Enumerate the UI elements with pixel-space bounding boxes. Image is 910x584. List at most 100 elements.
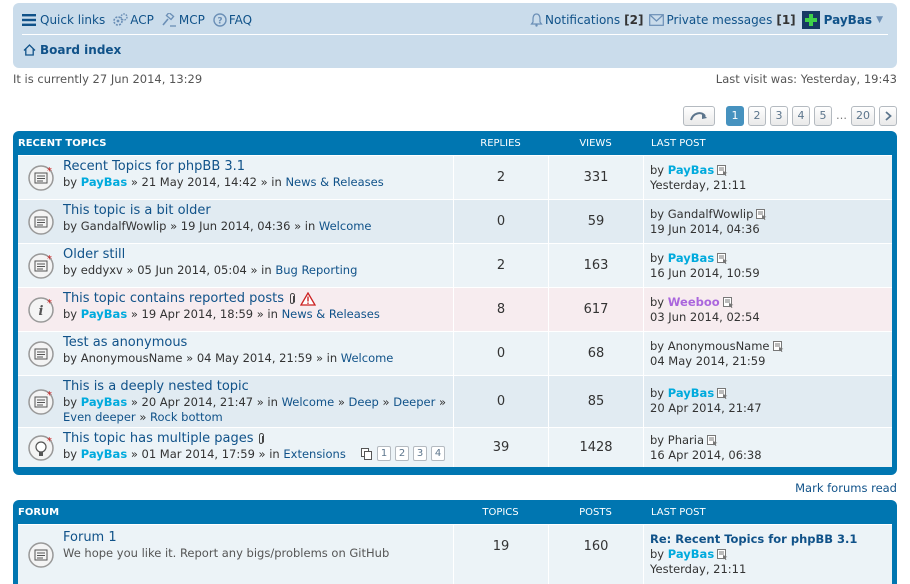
topic-title-link[interactable]: Older still <box>63 247 453 263</box>
mcp-link[interactable]: MCP <box>162 13 205 27</box>
topic-author-link[interactable]: PayBas <box>81 395 127 409</box>
topic-row: * Older still by eddyxv » 05 Jun 2014, 0… <box>18 243 892 287</box>
topic-page-3[interactable]: 3 <box>413 446 427 461</box>
topic-cell: i * This topic contains reported posts by… <box>18 288 453 331</box>
current-time: It is currently 27 Jun 2014, 13:29 <box>13 72 203 86</box>
view-latest-post-icon[interactable] <box>717 549 728 560</box>
view-latest-post-icon[interactable] <box>717 388 728 399</box>
last-poster-link[interactable]: PayBas <box>668 251 714 265</box>
topic-row: Test as anonymous by AnonymousName » 04 … <box>18 331 892 375</box>
topic-forum-link[interactable]: Welcome <box>341 351 394 365</box>
replies-count: 0 <box>453 200 548 243</box>
topic-forum-link[interactable]: News & Releases <box>282 307 380 321</box>
topic-page-2[interactable]: 2 <box>395 446 409 461</box>
avatar <box>801 11 820 29</box>
topic-forum-link[interactable]: News & Releases <box>285 175 383 189</box>
user-menu[interactable]: PayBas ▼ <box>801 11 883 29</box>
topic-forum-link[interactable]: Deeper <box>393 395 435 409</box>
topic-forum-link[interactable]: Extensions <box>283 447 345 461</box>
faq-link[interactable]: ? FAQ <box>213 13 252 27</box>
view-latest-post-icon[interactable] <box>722 297 734 308</box>
notifications-link[interactable]: Notifications [2] <box>530 13 643 27</box>
topic-forum-link[interactable]: Rock bottom <box>150 410 223 424</box>
topic-author-link[interactable]: eddyxv <box>81 263 123 277</box>
last-poster-link[interactable]: Pharia <box>668 433 704 447</box>
view-latest-post-icon[interactable] <box>756 209 767 220</box>
topic-title-link[interactable]: Recent Topics for phpBB 3.1 <box>63 159 453 175</box>
topic-author-link[interactable]: GandalfWowlip <box>81 219 167 233</box>
last-poster-link[interactable]: GandalfWowlip <box>668 207 754 221</box>
by-label: by <box>650 386 665 400</box>
last-post-cell: by PayBas 20 Apr 2014, 21:47 <box>643 376 892 427</box>
next-page-button[interactable] <box>879 105 897 126</box>
question-circle-icon: ? <box>213 13 227 27</box>
topic-meta: by GandalfWowlip » 19 Jun 2014, 04:36 » … <box>63 219 453 234</box>
home-icon <box>23 44 36 56</box>
replies-count: 2 <box>453 156 548 199</box>
topics-count: 19 <box>453 525 548 584</box>
page-1-button[interactable]: 1 <box>726 105 744 126</box>
by-label: by <box>63 395 78 409</box>
envelope-icon <box>649 14 665 26</box>
notifications-count: [2] <box>624 13 644 27</box>
replies-count: 2 <box>453 244 548 287</box>
page-2-button[interactable]: 2 <box>748 105 766 126</box>
topic-title-link[interactable]: This topic is a bit older <box>63 203 453 219</box>
topic-author-link[interactable]: PayBas <box>81 175 127 189</box>
topic-meta: by PayBas » 21 May 2014, 14:42 » in News… <box>63 175 453 190</box>
topic-forum-link[interactable]: Welcome <box>282 395 335 409</box>
views-count: 617 <box>548 288 643 331</box>
acp-link[interactable]: ACP <box>113 13 154 27</box>
board-index-link[interactable]: Board index <box>40 43 121 57</box>
topic-forum-link[interactable]: Bug Reporting <box>275 263 357 277</box>
view-latest-post-icon[interactable] <box>717 253 728 264</box>
topic-title-link[interactable]: Test as anonymous <box>63 335 453 351</box>
breadcrumb[interactable]: Board index <box>23 43 121 57</box>
paperclip-icon <box>259 433 265 444</box>
forum-title-link[interactable]: Forum 1 <box>63 530 453 546</box>
last-post-title-link[interactable]: Re: Recent Topics for phpBB 3.1 <box>650 532 892 547</box>
forum-separator: » <box>382 395 390 409</box>
topic-author: AnonymousName <box>80 351 183 365</box>
reported-warning-icon[interactable] <box>300 292 316 306</box>
quick-links-label: Quick links <box>40 13 106 27</box>
topic-unread-mine-icon: * <box>28 164 54 191</box>
topic-author-link[interactable]: PayBas <box>81 307 127 321</box>
topic-cell: * This topic has multiple pages by PayBa… <box>18 428 453 467</box>
private-messages-link[interactable]: Private messages [1] <box>649 13 796 27</box>
topic-forum-link[interactable]: Welcome <box>319 219 372 233</box>
last-poster-link[interactable]: Weeboo <box>668 295 720 309</box>
view-latest-post-icon[interactable] <box>717 165 728 176</box>
last-poster-link[interactable]: PayBas <box>668 547 714 561</box>
mark-forums-read-link[interactable]: Mark forums read <box>795 481 897 495</box>
last-post-cell: by Pharia 16 Apr 2014, 06:38 <box>643 428 892 467</box>
topic-title-link[interactable]: This is a deeply nested topic <box>63 379 453 395</box>
views-count: 331 <box>548 156 643 199</box>
last-poster-link[interactable]: PayBas <box>668 386 714 400</box>
by-label: by <box>63 263 78 277</box>
topic-page-4[interactable]: 4 <box>431 446 445 461</box>
topic-unread-mine-icon: * <box>28 252 54 279</box>
topic-title-link[interactable]: This topic contains reported posts <box>63 291 284 307</box>
page-4-button[interactable]: 4 <box>792 105 810 126</box>
by-label: by <box>63 351 78 365</box>
forum-list-header: FORUM TOPICS POSTS LAST POST <box>18 500 892 524</box>
jump-to-page-button[interactable] <box>683 105 715 126</box>
topic-forum-link[interactable]: Deep <box>349 395 379 409</box>
topic-author-link[interactable]: PayBas <box>81 447 127 461</box>
forum-header: FORUM <box>18 506 60 518</box>
last-poster-link[interactable]: PayBas <box>668 163 714 177</box>
view-latest-post-icon[interactable] <box>772 341 784 352</box>
page-5-button[interactable]: 5 <box>814 105 832 126</box>
page-last-button[interactable]: 20 <box>851 105 875 126</box>
last-post-cell: by PayBas Yesterday, 21:11 <box>643 156 892 199</box>
topic-page-1[interactable]: 1 <box>377 446 391 461</box>
topic-meta: by PayBas » 20 Apr 2014, 21:47 » in Welc… <box>63 395 453 425</box>
topic-row: * Recent Topics for phpBB 3.1 by PayBas … <box>18 155 892 199</box>
topic-title-link[interactable]: This topic has multiple pages <box>63 431 253 447</box>
views-header: VIEWS <box>579 137 612 149</box>
view-latest-post-icon[interactable] <box>707 435 718 446</box>
page-3-button[interactable]: 3 <box>770 105 788 126</box>
topic-forum-link[interactable]: Even deeper <box>63 410 136 424</box>
quick-links-menu[interactable]: Quick links <box>22 13 105 27</box>
